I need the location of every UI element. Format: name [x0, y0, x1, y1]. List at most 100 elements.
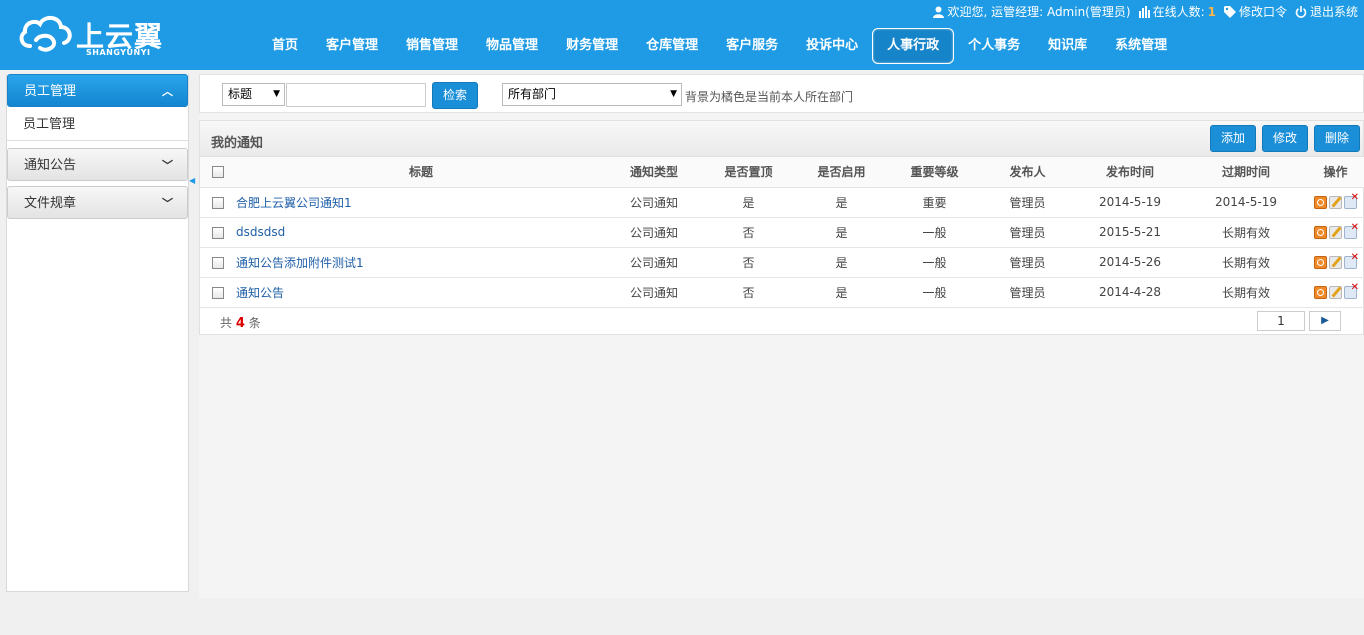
- delete-icon[interactable]: [1344, 282, 1359, 299]
- nav-sales[interactable]: 销售管理: [392, 28, 472, 64]
- edit-icon[interactable]: [1329, 256, 1342, 269]
- col-expire-time[interactable]: 过期时间: [1186, 157, 1306, 188]
- sidebar-head-documents[interactable]: 文件规章 ﹀: [7, 186, 188, 219]
- notice-panel: 我的通知 添加 修改 删除 标题 通知类型 是否置顶 是否启用 重要等级 发布人…: [199, 120, 1364, 335]
- col-publisher[interactable]: 发布人: [981, 157, 1074, 188]
- total-count: 4: [235, 316, 245, 331]
- table-row[interactable]: 通知公告 公司通知 否 是 一般 管理员 2014-4-28 长期有效: [200, 277, 1364, 308]
- cloud-logo-icon: [19, 16, 72, 52]
- cell-publisher: 管理员: [981, 187, 1074, 218]
- col-type[interactable]: 通知类型: [606, 157, 702, 188]
- nav-personal[interactable]: 个人事务: [954, 28, 1034, 64]
- view-icon[interactable]: [1314, 196, 1327, 209]
- field-select[interactable]: 标题 ▼: [222, 83, 285, 106]
- col-level[interactable]: 重要等级: [888, 157, 981, 188]
- notice-table: 标题 通知类型 是否置顶 是否启用 重要等级 发布人 发布时间 过期时间 操作 …: [200, 157, 1364, 308]
- nav-customer[interactable]: 客户管理: [312, 28, 392, 64]
- online-count: 1: [1207, 4, 1216, 19]
- total-count-text: 共 4 条: [220, 314, 261, 331]
- row-checkbox[interactable]: [212, 256, 224, 269]
- nav-warehouse[interactable]: 仓库管理: [632, 28, 712, 64]
- nav-service[interactable]: 客户服务: [712, 28, 792, 64]
- chevron-up-icon: ︿: [162, 85, 173, 98]
- cell-publisher: 管理员: [981, 217, 1074, 248]
- sidebar-head-label: 文件规章: [24, 196, 77, 211]
- sidebar-head-notice[interactable]: 通知公告 ﹀: [7, 148, 188, 181]
- sidebar-collapse-handle[interactable]: ◀: [189, 176, 195, 186]
- row-checkbox[interactable]: [212, 226, 224, 239]
- row-checkbox[interactable]: [212, 196, 224, 209]
- edit-icon[interactable]: [1329, 196, 1342, 209]
- cell-expire-time: 长期有效: [1186, 247, 1306, 278]
- cell-expire-time: 长期有效: [1186, 217, 1306, 248]
- chevron-down-icon: ﹀: [162, 197, 173, 210]
- cell-actions: [1306, 217, 1364, 248]
- next-page-icon[interactable]: ▶: [1309, 311, 1341, 331]
- row-check-cell: [200, 187, 236, 218]
- search-button[interactable]: 检索: [432, 82, 478, 109]
- cell-enabled: 是: [795, 277, 888, 308]
- col-title[interactable]: 标题: [236, 157, 606, 188]
- nav-finance[interactable]: 财务管理: [552, 28, 632, 64]
- table-row[interactable]: 合肥上云翼公司通知1 公司通知 是 是 重要 管理员 2014-5-19 201…: [200, 187, 1364, 218]
- change-password-link[interactable]: 修改口令: [1223, 3, 1287, 20]
- total-suffix: 条: [248, 316, 261, 330]
- table-row[interactable]: 通知公告添加附件测试1 公司通知 否 是 一般 管理员 2014-5-26 长期…: [200, 247, 1364, 278]
- col-enabled[interactable]: 是否启用: [795, 157, 888, 188]
- nav-complaint[interactable]: 投诉中心: [792, 28, 872, 64]
- total-prefix: 共: [220, 316, 233, 330]
- row-checkbox[interactable]: [212, 286, 224, 299]
- department-select[interactable]: 所有部门 ▼: [502, 83, 682, 106]
- logo-subtitle: SHANGYUNYI: [86, 48, 151, 57]
- online-info: 在线人数: 1: [1138, 3, 1216, 20]
- sidebar-head-label: 通知公告: [24, 158, 77, 173]
- row-check-cell: [200, 277, 236, 308]
- top-header: 上云翼 SHANGYUNYI 欢迎您, 运管经理: Admin(管理员) 在线人…: [0, 0, 1364, 70]
- view-icon[interactable]: [1314, 256, 1327, 269]
- nav-system[interactable]: 系统管理: [1101, 28, 1181, 64]
- welcome-info: 欢迎您, 运管经理: Admin(管理员): [933, 3, 1131, 20]
- cell-publish-time: 2014-5-19: [1074, 187, 1186, 218]
- delete-icon[interactable]: [1344, 192, 1359, 209]
- search-input[interactable]: [286, 83, 426, 107]
- notice-title-link[interactable]: 通知公告添加附件测试1: [236, 247, 606, 278]
- view-icon[interactable]: [1314, 226, 1327, 239]
- col-top[interactable]: 是否置顶: [702, 157, 795, 188]
- power-icon: [1295, 5, 1307, 18]
- sidebar-item-employee-manage[interactable]: 员工管理: [7, 107, 188, 141]
- col-publish-time[interactable]: 发布时间: [1074, 157, 1186, 188]
- nav-hr-admin[interactable]: 人事行政: [872, 28, 955, 64]
- select-all-checkbox[interactable]: [212, 166, 224, 179]
- edit-button[interactable]: 修改: [1262, 125, 1308, 152]
- notice-title-link[interactable]: dsdsdsd: [236, 217, 606, 248]
- view-icon[interactable]: [1314, 286, 1327, 299]
- edit-icon[interactable]: [1329, 286, 1342, 299]
- delete-icon[interactable]: [1344, 252, 1359, 269]
- logout-link[interactable]: 退出系统: [1295, 3, 1358, 20]
- add-button[interactable]: 添加: [1210, 125, 1256, 152]
- cell-enabled: 是: [795, 247, 888, 278]
- nav-knowledge[interactable]: 知识库: [1034, 28, 1101, 64]
- cell-expire-time: 长期有效: [1186, 277, 1306, 308]
- notice-title-link[interactable]: 通知公告: [236, 277, 606, 308]
- cell-publish-time: 2015-5-21: [1074, 217, 1186, 248]
- delete-icon[interactable]: [1344, 222, 1359, 239]
- brand-logo[interactable]: 上云翼 SHANGYUNYI: [18, 12, 178, 60]
- sidebar-head-employee[interactable]: 员工管理 ︿: [7, 74, 188, 107]
- cell-level: 一般: [888, 247, 981, 278]
- user-icon: [933, 6, 945, 18]
- sidebar-group-documents: 文件规章 ﹀: [7, 186, 188, 219]
- sidebar-group-employee: 员工管理 ︿ 员工管理: [7, 74, 188, 141]
- nav-goods[interactable]: 物品管理: [472, 28, 552, 64]
- table-row[interactable]: dsdsdsd 公司通知 否 是 一般 管理员 2015-5-21 长期有效: [200, 217, 1364, 248]
- delete-button[interactable]: 删除: [1314, 125, 1360, 152]
- notice-title-link[interactable]: 合肥上云翼公司通知1: [236, 187, 606, 218]
- page-number-input[interactable]: 1: [1257, 311, 1305, 331]
- cell-type: 公司通知: [606, 187, 702, 218]
- edit-icon[interactable]: [1329, 226, 1342, 239]
- tag-icon: [1223, 5, 1236, 18]
- cell-enabled: 是: [795, 187, 888, 218]
- nav-home[interactable]: 首页: [258, 28, 312, 64]
- cell-top: 是: [702, 187, 795, 218]
- filter-bar: 标题 ▼ 检索 所有部门 ▼ 背景为橘色是当前本人所在部门: [199, 74, 1364, 113]
